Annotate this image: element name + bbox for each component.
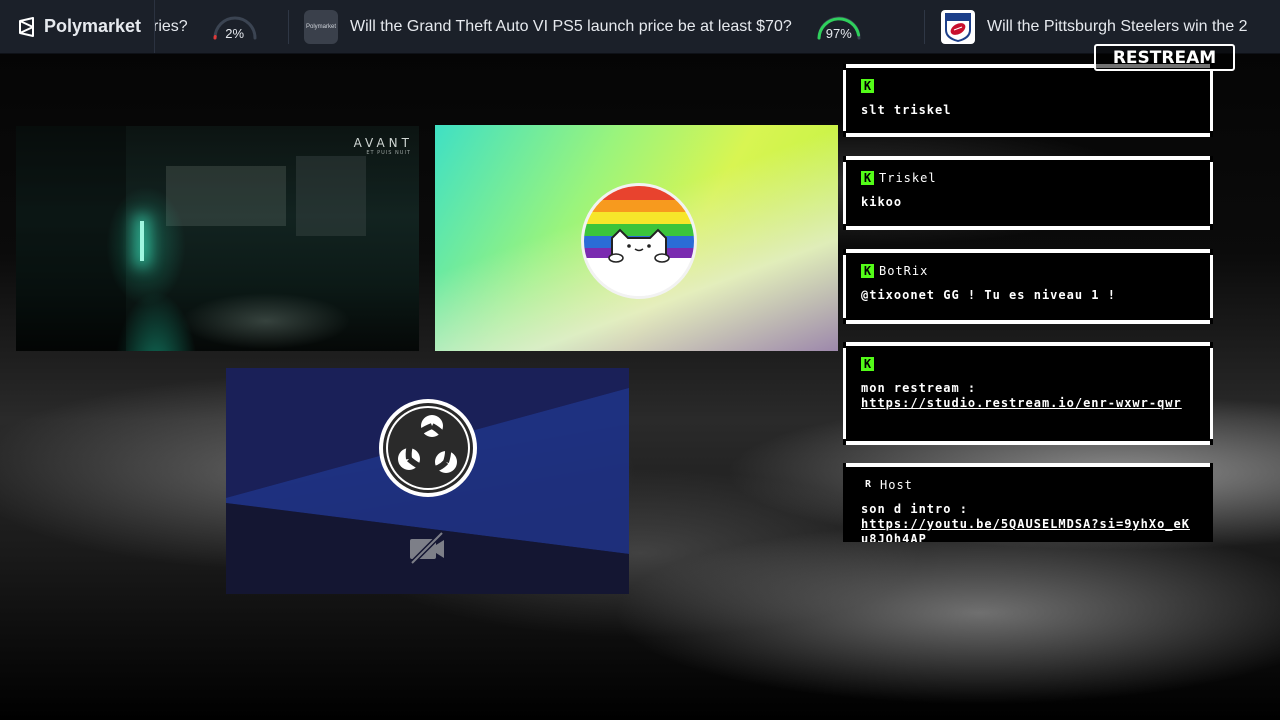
chat-message-header: R Host: [861, 477, 1195, 493]
polymarket-brand-label: Polymarket: [44, 16, 142, 36]
chat-message-text: son d intro : https://youtu.be/5QAUSELMD…: [861, 502, 1195, 542]
game-subtitle: ET PUIS NUIT: [366, 150, 411, 156]
kick-icon: K: [861, 171, 874, 185]
gauge-value: 2%: [225, 25, 245, 41]
scene-light-glow: [106, 186, 186, 306]
chat-username: Triskel: [879, 171, 937, 185]
ticker-item-text: Will the Grand Theft Auto VI PS5 launch …: [350, 17, 792, 35]
chat-message-text: @tixoonet GG ! Tu es niveau 1 !: [861, 288, 1116, 302]
ticker-item[interactable]: ries? 2%: [153, 0, 260, 53]
probability-gauge: 97%: [814, 12, 864, 42]
cat-avatar-image: [581, 183, 697, 299]
restream-logo: RESTREAM: [1094, 44, 1235, 71]
market-thumbnail: Polymarket: [304, 9, 338, 44]
ticker-item-text: ries?: [153, 17, 188, 35]
chat-message: R Host son d intro : https://youtu.be/5Q…: [846, 463, 1210, 542]
market-thumbnail-label: Polymarket: [305, 23, 336, 30]
polymarket-brand[interactable]: Polymarket: [0, 0, 155, 53]
chat-message: K Triskel kikoo: [843, 156, 1213, 230]
chat-message: K slt triskel: [843, 64, 1213, 137]
chat-message-header: K BotRix: [861, 263, 1195, 279]
chat-username: Host: [880, 478, 913, 492]
chat-link[interactable]: https://youtu.be/5QAUSELMDSA?si=9yhXo_eK…: [861, 517, 1195, 542]
kick-icon: K: [861, 264, 874, 278]
chat-message: K BotRix @tixoonet GG ! Tu es niveau 1 !: [843, 249, 1213, 324]
ticker-item-text: Will the Pittsburgh Steelers win the 2: [987, 17, 1248, 35]
ticker-divider: [924, 10, 925, 44]
kick-icon: K: [861, 79, 874, 93]
polymarket-logo-icon: [19, 16, 34, 37]
rainbow-cat-icon: [584, 186, 694, 296]
chat-username: BotRix: [879, 264, 929, 278]
ticker-divider: [288, 10, 289, 44]
chat-message-text: mon restream : https://studio.restream.i…: [861, 381, 1195, 411]
ticker-item[interactable]: Polymarket Will the Grand Theft Auto VI …: [304, 0, 864, 53]
game-title: AVANT: [353, 136, 413, 150]
obs-placeholder-window: [226, 368, 629, 594]
chat-message: K mon restream : https://studio.restream…: [843, 342, 1213, 445]
chat-message-body: mon restream :: [861, 381, 977, 395]
nfl-logo-icon: [941, 9, 975, 44]
polymarket-ticker: Polymarket ries? 2% Polymarket Will the …: [0, 0, 1280, 54]
game-capture-window: AVANT ET PUIS NUIT: [16, 126, 419, 351]
restream-icon: R: [864, 479, 872, 490]
gauge-value: 97%: [825, 25, 852, 41]
chat-message-body: son d intro :: [861, 502, 968, 516]
chat-message-text: kikoo: [861, 195, 903, 209]
chat-link[interactable]: https://studio.restream.io/enr-wxwr-qwr: [861, 396, 1195, 411]
scene-light: [140, 221, 144, 261]
camera-off-icon: [410, 531, 444, 565]
kick-icon: K: [861, 357, 874, 371]
scene-building: [296, 156, 366, 236]
chat-message-header: K: [861, 356, 1195, 372]
obs-logo-icon: [379, 399, 477, 497]
chat-message-header: K: [861, 78, 1195, 94]
chat-message-text: slt triskel: [861, 103, 952, 117]
chat-message-header: K Triskel: [861, 170, 1195, 186]
avatar-window: [435, 125, 838, 351]
probability-gauge: 2%: [210, 12, 260, 42]
